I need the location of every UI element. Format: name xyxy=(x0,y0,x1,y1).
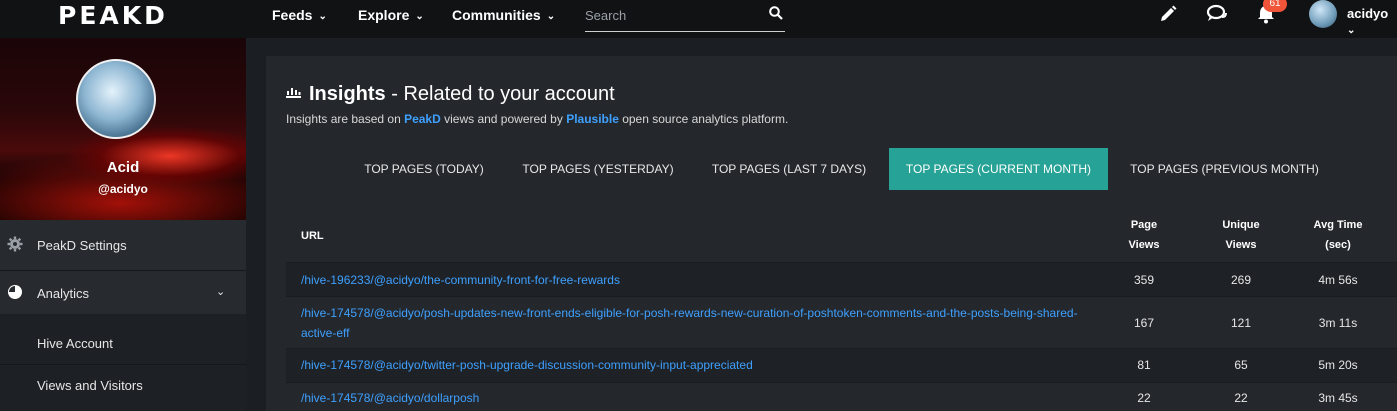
bar-chart-icon xyxy=(286,81,301,104)
user-menu[interactable]: acidyo ⌄ xyxy=(1347,6,1397,36)
nav-communities-label: Communities xyxy=(452,7,541,23)
table-row: /hive-174578/@acidyo/posh-updates-new-fr… xyxy=(286,296,1397,348)
sidebar-item-analytics[interactable]: Analytics ⌄ xyxy=(0,270,246,314)
profile-cover: Acid @acidyo xyxy=(0,38,246,220)
sidebar-item-label: Views and Visitors xyxy=(37,378,143,393)
tab-top-pages-previous-month[interactable]: TOP PAGES (PREVIOUS MONTH) xyxy=(1116,148,1333,190)
subtitle-text: open source analytics platform. xyxy=(618,112,789,126)
profile-name[interactable]: Acid xyxy=(0,159,246,176)
profile-handle[interactable]: @acidyo xyxy=(0,182,246,196)
unique-views-value: 121 xyxy=(1230,316,1252,330)
table-header: URL Page Views Unique Views Avg Time (se… xyxy=(286,209,1397,262)
title-rest: - Related to your account xyxy=(385,83,615,105)
peakd-logo[interactable]: PEAKD xyxy=(58,1,168,30)
tab-top-pages-current-month[interactable]: TOP PAGES (CURRENT MONTH) xyxy=(889,148,1108,190)
page-title: Insights - Related to your account xyxy=(286,83,615,106)
col-unique-views-line1: Unique xyxy=(1222,219,1260,231)
table-row: /hive-174578/@acidyo/twitter-posh-upgrad… xyxy=(286,348,1397,382)
search-icon[interactable] xyxy=(769,6,783,25)
tab-top-pages-last-7-days[interactable]: TOP PAGES (LAST 7 DAYS) xyxy=(698,148,880,190)
sidebar-item-label: Hive Account xyxy=(37,336,113,351)
insights-subtitle: Insights are based on PeakD views and po… xyxy=(286,112,788,126)
unique-views-value: 22 xyxy=(1234,391,1248,405)
col-avg-time: Avg Time (sec) xyxy=(1288,215,1388,255)
col-page-views: Page Views xyxy=(1094,215,1194,255)
chevron-down-icon: ⌄ xyxy=(318,11,327,22)
chevron-down-icon[interactable]: ⌄ xyxy=(216,285,225,298)
sidebar-item-label: PeakD Settings xyxy=(37,238,127,253)
sidebar: Acid @acidyo PeakD Settings Analytics ⌄ … xyxy=(0,38,246,411)
tab-top-pages-today[interactable]: TOP PAGES (TODAY) xyxy=(348,148,500,190)
search-box xyxy=(585,0,785,32)
search-input[interactable] xyxy=(585,1,755,29)
avg-time-value: 3m 45s xyxy=(1318,391,1358,405)
avg-time-value: 3m 11s xyxy=(1318,316,1358,330)
sidebar-item-label: Analytics xyxy=(37,286,90,301)
sidebar-item-views-and-visitors[interactable]: Views and Visitors xyxy=(0,364,246,411)
pie-chart-icon xyxy=(7,284,23,303)
notification-badge: 61 xyxy=(1263,0,1287,12)
col-avg-time-line2: (sec) xyxy=(1325,239,1351,251)
nav-communities[interactable]: Communities ⌄ xyxy=(452,7,555,23)
unique-views-value: 269 xyxy=(1230,273,1252,287)
page-views-value: 359 xyxy=(1133,273,1155,287)
nav-explore-label: Explore xyxy=(358,7,410,23)
page-views-value: 22 xyxy=(1137,391,1151,405)
nav-explore[interactable]: Explore ⌄ xyxy=(358,7,424,23)
username-label: acidyo xyxy=(1347,6,1389,21)
title-bold: Insights xyxy=(309,83,386,105)
page-url-link[interactable]: /hive-196233/@acidyo/the-community-front… xyxy=(301,270,620,290)
chevron-down-icon: ⌄ xyxy=(1347,25,1356,36)
table-row: /hive-174578/@acidyo/dollarposh 22 22 3m… xyxy=(286,382,1397,411)
chevron-down-icon: ⌄ xyxy=(546,11,556,22)
peakd-link[interactable]: PeakD xyxy=(404,112,441,126)
col-page-views-line2: Views xyxy=(1128,239,1160,251)
page-views-value: 167 xyxy=(1133,316,1155,330)
avatar[interactable] xyxy=(1309,0,1337,28)
page-url-link[interactable]: /hive-174578/@acidyo/posh-updates-new-fr… xyxy=(301,303,1081,343)
unique-views-value: 65 xyxy=(1234,358,1248,372)
sidebar-item-peakd-settings[interactable]: PeakD Settings xyxy=(0,220,246,270)
avg-time-value: 4m 56s xyxy=(1318,273,1358,287)
nav-feeds[interactable]: Feeds ⌄ xyxy=(272,7,327,23)
page-url-link[interactable]: /hive-174578/@acidyo/twitter-posh-upgrad… xyxy=(301,355,753,375)
chevron-down-icon: ⌄ xyxy=(415,11,424,22)
page-views-value: 81 xyxy=(1137,358,1151,372)
col-unique-views: Unique Views xyxy=(1191,215,1291,255)
subtitle-text: views and powered by xyxy=(440,112,567,126)
nav-feeds-label: Feeds xyxy=(272,7,313,23)
sidebar-item-hive-account[interactable]: Hive Account xyxy=(0,314,246,364)
chat-icon[interactable] xyxy=(1206,4,1228,29)
avg-time-value: 5m 20s xyxy=(1318,358,1358,372)
table-row: /hive-196233/@acidyo/the-community-front… xyxy=(286,262,1397,296)
col-page-views-line1: Page xyxy=(1130,219,1158,231)
col-url: URL xyxy=(301,230,324,242)
plausible-link[interactable]: Plausible xyxy=(566,112,619,126)
insights-panel: Insights - Related to your account Insig… xyxy=(266,56,1397,411)
col-avg-time-line1: Avg Time xyxy=(1313,219,1363,231)
subtitle-text: Insights are based on xyxy=(286,112,405,126)
top-navbar: PEAKD Feeds ⌄ Explore ⌄ Communities ⌄ 61 ac… xyxy=(0,0,1397,38)
pencil-icon[interactable] xyxy=(1158,4,1178,29)
page-url-link[interactable]: /hive-174578/@acidyo/dollarposh xyxy=(301,388,479,408)
profile-avatar[interactable] xyxy=(76,59,156,139)
col-unique-views-line2: Views xyxy=(1225,239,1257,251)
tab-top-pages-yesterday[interactable]: TOP PAGES (YESTERDAY) xyxy=(510,148,686,190)
gear-icon xyxy=(7,236,23,255)
